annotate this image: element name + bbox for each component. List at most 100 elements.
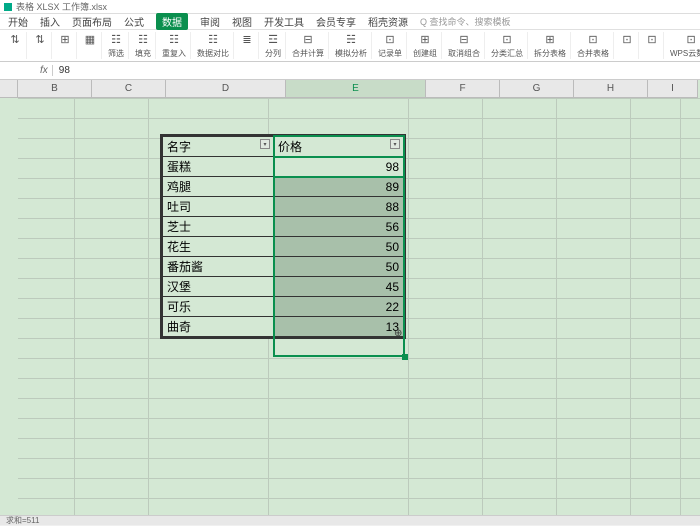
ribbon-item-2[interactable]: ⊞ [54,32,77,59]
table-row[interactable]: 蛋糕98 [163,157,404,177]
ribbon-item-16[interactable]: ⊞拆分表格 [530,32,571,59]
ribbon-item-9[interactable]: ☲分列 [261,32,286,59]
menu-search[interactable]: Q 查找命令、搜索模板 [420,15,511,28]
ribbon-label: 筛选 [108,48,124,59]
ribbon-item-5[interactable]: ☷填充 [131,32,156,59]
cell-price[interactable]: 88 [274,197,404,217]
table-header[interactable]: 名字 [163,137,274,157]
table-row[interactable]: 汉堡45 [163,277,404,297]
ribbon: ⇅ ⇅ ⊞ ▦ ☷ 筛选 ☷填充 ☷ 重复入 ☷数据对比≣☲分列⊟合并计算☵模拟分析⊡记录单⊞创建… [0,30,700,62]
ribbon-label: 数据对比 [197,48,229,59]
column-headers: BCDEFGHI [0,80,698,98]
ribbon-item-7[interactable]: ☷数据对比 [193,32,234,59]
table-row[interactable]: 芝士56 [163,217,404,237]
ribbon-item-19[interactable]: ⊡ [641,32,664,59]
col-header-B[interactable]: B [18,80,92,98]
filter-name-icon[interactable]: ▾ [260,139,270,149]
menu-insert[interactable]: 插入 [40,14,60,29]
menu-view[interactable]: 视图 [232,14,252,29]
menu-pagelayout[interactable]: 页面布局 [72,14,112,29]
ribbon-item-20[interactable]: ⊡WPS云数据 [666,32,700,59]
cell-name[interactable]: 鸡腿 [163,177,274,197]
col-header-F[interactable]: F [426,80,500,98]
cell-price[interactable]: 50 [274,237,404,257]
sheet-area[interactable]: BCDEFGHI 名字价格蛋糕98鸡腿89吐司88芝士56花生50番茄酱50汉堡… [0,80,700,515]
data-table: 名字价格蛋糕98鸡腿89吐司88芝士56花生50番茄酱50汉堡45可乐22曲奇1… [160,134,406,339]
ribbon-item-4[interactable]: ☷ 筛选 [104,32,129,59]
cell-price[interactable]: 50 [274,257,404,277]
ribbon-label: 重复入 [162,48,186,59]
table-row[interactable]: 鸡腿89 [163,177,404,197]
ribbon-item-13[interactable]: ⊞创建组 [409,32,442,59]
ribbon-icon: ⇅ [33,32,47,46]
table-row[interactable]: 花生50 [163,237,404,257]
cell-name[interactable]: 曲奇 [163,317,274,337]
menu-review[interactable]: 审阅 [200,14,220,29]
ribbon-item-10[interactable]: ⊟合并计算 [288,32,329,59]
menu-start[interactable]: 开始 [8,14,28,29]
ribbon-item-6[interactable]: ☷ 重复入 [158,32,191,59]
menu-resources[interactable]: 稻壳资源 [368,14,408,29]
ribbon-icon: ☷ [109,32,123,46]
ribbon-item-0[interactable]: ⇅ [4,32,27,59]
ribbon-label: 合并表格 [577,48,609,59]
cell-price[interactable]: 89 [274,177,404,197]
table-row[interactable]: 吐司88 [163,197,404,217]
ribbon-icon: ⊡ [645,32,659,46]
ribbon-item-8[interactable]: ≣ [236,32,259,59]
cell-price[interactable]: 13 [274,317,404,337]
ribbon-item-14[interactable]: ⊟取消组合 [444,32,485,59]
ribbon-icon: ⊡ [500,32,514,46]
col-header-I[interactable]: I [648,80,698,98]
menu-data[interactable]: 数据 [156,13,188,30]
table-row[interactable]: 曲奇13 [163,317,404,337]
table-row[interactable]: 番茄酱50 [163,257,404,277]
cell-name[interactable]: 汉堡 [163,277,274,297]
ribbon-item-12[interactable]: ⊡记录单 [374,32,407,59]
formula-input[interactable]: 98 [53,65,700,76]
ribbon-icon: ⊞ [58,32,72,46]
menubar: 开始 插入 页面布局 公式 数据 审阅 视图 开发工具 会员专享 稻壳资源 Q … [0,14,700,30]
col-header-D[interactable]: D [166,80,286,98]
ribbon-icon: ⊞ [418,32,432,46]
ribbon-icon: ⊡ [684,32,698,46]
ribbon-item-3[interactable]: ▦ [79,32,102,59]
cell-price[interactable]: 98 [274,157,404,177]
cell-name[interactable]: 可乐 [163,297,274,317]
table-row[interactable]: 可乐22 [163,297,404,317]
cell-name[interactable]: 吐司 [163,197,274,217]
fx-label[interactable]: fx [36,65,53,76]
ribbon-icon: ☷ [167,32,181,46]
cell-price[interactable]: 45 [274,277,404,297]
ribbon-label: 拆分表格 [534,48,566,59]
fill-handle[interactable] [402,354,408,360]
col-header-C[interactable]: C [92,80,166,98]
ribbon-label: 分列 [265,48,281,59]
ribbon-item-18[interactable]: ⊡ [616,32,639,59]
menu-member[interactable]: 会员专享 [316,14,356,29]
ribbon-item-15[interactable]: ⊡分类汇总 [487,32,528,59]
app-icon [4,3,12,11]
filter-price-icon[interactable]: ▾ [390,139,400,149]
col-header-H[interactable]: H [574,80,648,98]
cell-name[interactable]: 芝士 [163,217,274,237]
col-header-G[interactable]: G [500,80,574,98]
titlebar: 表格 XLSX 工作簿.xlsx [0,0,700,14]
cell-name[interactable]: 蛋糕 [163,157,274,177]
ribbon-icon: ⊡ [620,32,634,46]
cell-price[interactable]: 56 [274,217,404,237]
menu-devtools[interactable]: 开发工具 [264,14,304,29]
menu-formula[interactable]: 公式 [124,14,144,29]
window-title: 表格 XLSX 工作簿.xlsx [16,0,107,13]
ribbon-item-11[interactable]: ☵模拟分析 [331,32,372,59]
cell-name[interactable]: 番茄酱 [163,257,274,277]
col-header-E[interactable]: E [286,80,426,98]
ribbon-item-17[interactable]: ⊡合并表格 [573,32,614,59]
cell-name[interactable]: 花生 [163,237,274,257]
formula-bar: fx 98 [0,62,700,80]
table-header[interactable]: 价格 [274,137,404,157]
cell-price[interactable]: 22 [274,297,404,317]
status-left: 求和=511 [6,515,39,526]
ribbon-item-1[interactable]: ⇅ [29,32,52,59]
corner[interactable] [0,80,18,98]
